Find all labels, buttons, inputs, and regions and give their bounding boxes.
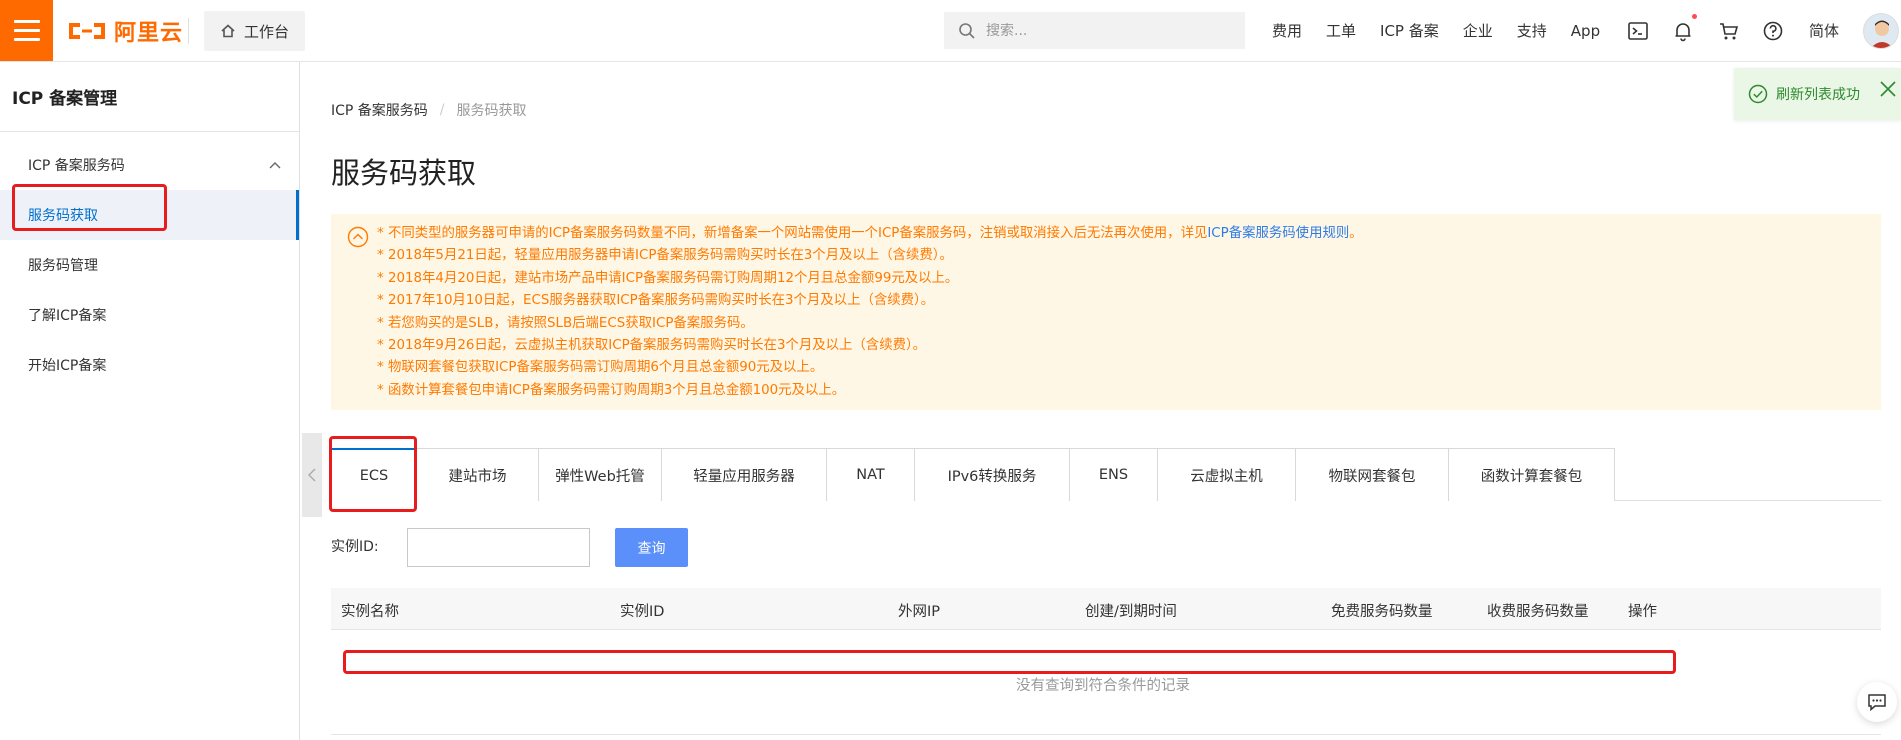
top-bar: 阿里云 工作台 费用 工单 ICP 备案 企业 支持 App xyxy=(0,0,1901,62)
notice-line: * 2018年5月21日起，轻量应用服务器申请ICP备案服务码需购买时长在3个月… xyxy=(377,248,953,264)
user-avatar-icon xyxy=(1864,14,1898,48)
aliyun-logo[interactable]: 阿里云 xyxy=(66,16,183,46)
column-header: 操作 xyxy=(1628,604,1657,620)
terminal-icon[interactable] xyxy=(1627,20,1649,42)
sidebar-group-label: ICP 备案服务码 xyxy=(28,158,125,174)
sidebar-item-manage-code[interactable]: 服务码管理 xyxy=(0,240,299,290)
nav-app[interactable]: App xyxy=(1571,22,1600,40)
notice-line: * 2018年9月26日起，云虚拟主机获取ICP备案服务码需购买时长在3个月及以… xyxy=(377,338,927,354)
notice-line: * 2017年10月10日起，ECS服务器获取ICP备案服务码需购买时长在3个月… xyxy=(377,293,935,309)
column-header: 外网IP xyxy=(898,604,941,620)
tab-light-server[interactable]: 轻量应用服务器 xyxy=(662,448,827,501)
product-tabs: ECS 建站市场 弹性Web托管 轻量应用服务器 NAT IPv6转换服务 EN… xyxy=(331,448,1881,501)
bell-icon[interactable] xyxy=(1672,20,1694,42)
tabs-spacer xyxy=(1615,448,1881,500)
sidebar-item-label: 开始ICP备案 xyxy=(28,358,107,374)
workbench-label: 工作台 xyxy=(243,22,289,41)
breadcrumb-current: 服务码获取 xyxy=(456,103,527,119)
tabs-scroll-left[interactable] xyxy=(302,433,322,517)
sidebar-item-label: 服务码管理 xyxy=(28,258,98,274)
column-header: 创建/到期时间 xyxy=(1085,604,1177,620)
empty-table-text: 没有查询到符合条件的记录 xyxy=(1016,678,1190,694)
query-button[interactable]: 查询 xyxy=(615,528,688,567)
notification-dot xyxy=(1692,14,1697,19)
top-nav: 费用 工单 ICP 备案 企业 支持 App xyxy=(1272,0,1624,61)
cart-icon[interactable] xyxy=(1718,20,1740,42)
nav-support[interactable]: 支持 xyxy=(1517,20,1547,41)
tab-nat[interactable]: NAT xyxy=(827,448,915,501)
column-header: 实例ID xyxy=(620,604,665,620)
instance-id-label: 实例ID: xyxy=(331,539,379,555)
search-input[interactable] xyxy=(986,22,1226,39)
instance-id-input[interactable] xyxy=(407,528,590,567)
language-switch[interactable]: 简体 xyxy=(1809,20,1839,41)
tab-site-market[interactable]: 建站市场 xyxy=(417,448,539,501)
help-icon[interactable] xyxy=(1762,20,1784,42)
breadcrumb: ICP 备案服务码 / 服务码获取 xyxy=(331,100,527,120)
sidebar-group-icp-code[interactable]: ICP 备案服务码 xyxy=(0,140,299,190)
tab-iot-package[interactable]: 物联网套餐包 xyxy=(1296,448,1449,501)
tab-fc-package[interactable]: 函数计算套餐包 xyxy=(1449,448,1615,501)
notice-line: * 不同类型的服务器可申请的ICP备案服务码数量不同，新增备案一个网站需使用一个… xyxy=(377,223,1881,245)
table-bottom-border xyxy=(331,734,1881,735)
search-icon xyxy=(959,22,975,39)
search-box[interactable] xyxy=(944,12,1245,49)
sidebar-item-start-icp[interactable]: 开始ICP备案 xyxy=(0,340,299,390)
notice-text: * 不同类型的服务器可申请的ICP备案服务码数量不同，新增备案一个网站需使用一个… xyxy=(377,226,1208,241)
nav-tickets[interactable]: 工单 xyxy=(1326,20,1356,41)
table-header: 实例名称 实例ID 外网IP 创建/到期时间 免费服务码数量 收费服务码数量 操… xyxy=(331,588,1881,630)
success-toast: 刷新列表成功 xyxy=(1734,68,1901,120)
notice-text: 。 xyxy=(1349,226,1363,241)
sidebar: ICP 备案管理 ICP 备案服务码 服务码获取 服务码管理 了解ICP备案 开… xyxy=(0,62,300,740)
tab-web-hosting[interactable]: 弹性Web托管 xyxy=(539,448,662,501)
page-title: 服务码获取 xyxy=(331,156,477,190)
tab-ens[interactable]: ENS xyxy=(1070,448,1158,501)
notice-line: * 函数计算套餐包申请ICP备案服务码需订购周期3个月且总金额100元及以上。 xyxy=(377,382,846,398)
column-header: 收费服务码数量 xyxy=(1487,604,1589,620)
nav-icp[interactable]: ICP 备案 xyxy=(1380,20,1439,41)
close-icon[interactable] xyxy=(1879,80,1897,98)
highlight-box-tab xyxy=(329,436,417,512)
aliyun-logo-icon xyxy=(69,23,105,39)
sidebar-title: ICP 备案管理 xyxy=(0,62,299,132)
nav-enterprise[interactable]: 企业 xyxy=(1463,20,1493,41)
check-circle-icon xyxy=(1748,84,1768,104)
highlight-box-sidebar xyxy=(12,184,167,231)
column-header: 实例名称 xyxy=(341,604,399,620)
notice-box: * 不同类型的服务器可申请的ICP备案服务码数量不同，新增备案一个网站需使用一个… xyxy=(331,214,1881,410)
column-header: 免费服务码数量 xyxy=(1331,604,1433,620)
chevron-left-icon xyxy=(308,468,316,482)
chat-icon xyxy=(1868,694,1886,712)
breadcrumb-separator: / xyxy=(439,102,445,118)
breadcrumb-parent[interactable]: ICP 备案服务码 xyxy=(331,100,428,120)
notice-line: * 2018年4月20日起，建站市场产品申请ICP备案服务码需订购周期12个月且… xyxy=(377,270,959,286)
logo-text: 阿里云 xyxy=(114,21,184,46)
sidebar-item-learn-icp[interactable]: 了解ICP备案 xyxy=(0,290,299,340)
chat-button[interactable] xyxy=(1857,682,1897,722)
collapse-icon[interactable] xyxy=(347,226,369,248)
tab-virtual-host[interactable]: 云虚拟主机 xyxy=(1158,448,1296,501)
tab-ipv6[interactable]: IPv6转换服务 xyxy=(915,448,1070,501)
highlight-box-table xyxy=(343,650,1676,674)
icp-rules-link[interactable]: ICP备案服务码使用规则 xyxy=(1207,226,1349,241)
sidebar-item-label: 了解ICP备案 xyxy=(28,308,107,324)
avatar[interactable] xyxy=(1863,13,1899,49)
nav-fees[interactable]: 费用 xyxy=(1272,20,1302,41)
menu-icon[interactable] xyxy=(0,0,53,61)
notice-line: * 若您购买的是SLB，请按照SLB后端ECS获取ICP备案服务码。 xyxy=(377,315,754,331)
chevron-up-icon xyxy=(269,162,281,169)
divider xyxy=(188,18,189,44)
workbench-button[interactable]: 工作台 xyxy=(204,11,305,51)
home-icon xyxy=(221,24,235,38)
toast-text: 刷新列表成功 xyxy=(1776,87,1860,103)
notice-line: * 物联网套餐包获取ICP备案服务码需订购周期6个月且总金额90元及以上。 xyxy=(377,360,824,376)
